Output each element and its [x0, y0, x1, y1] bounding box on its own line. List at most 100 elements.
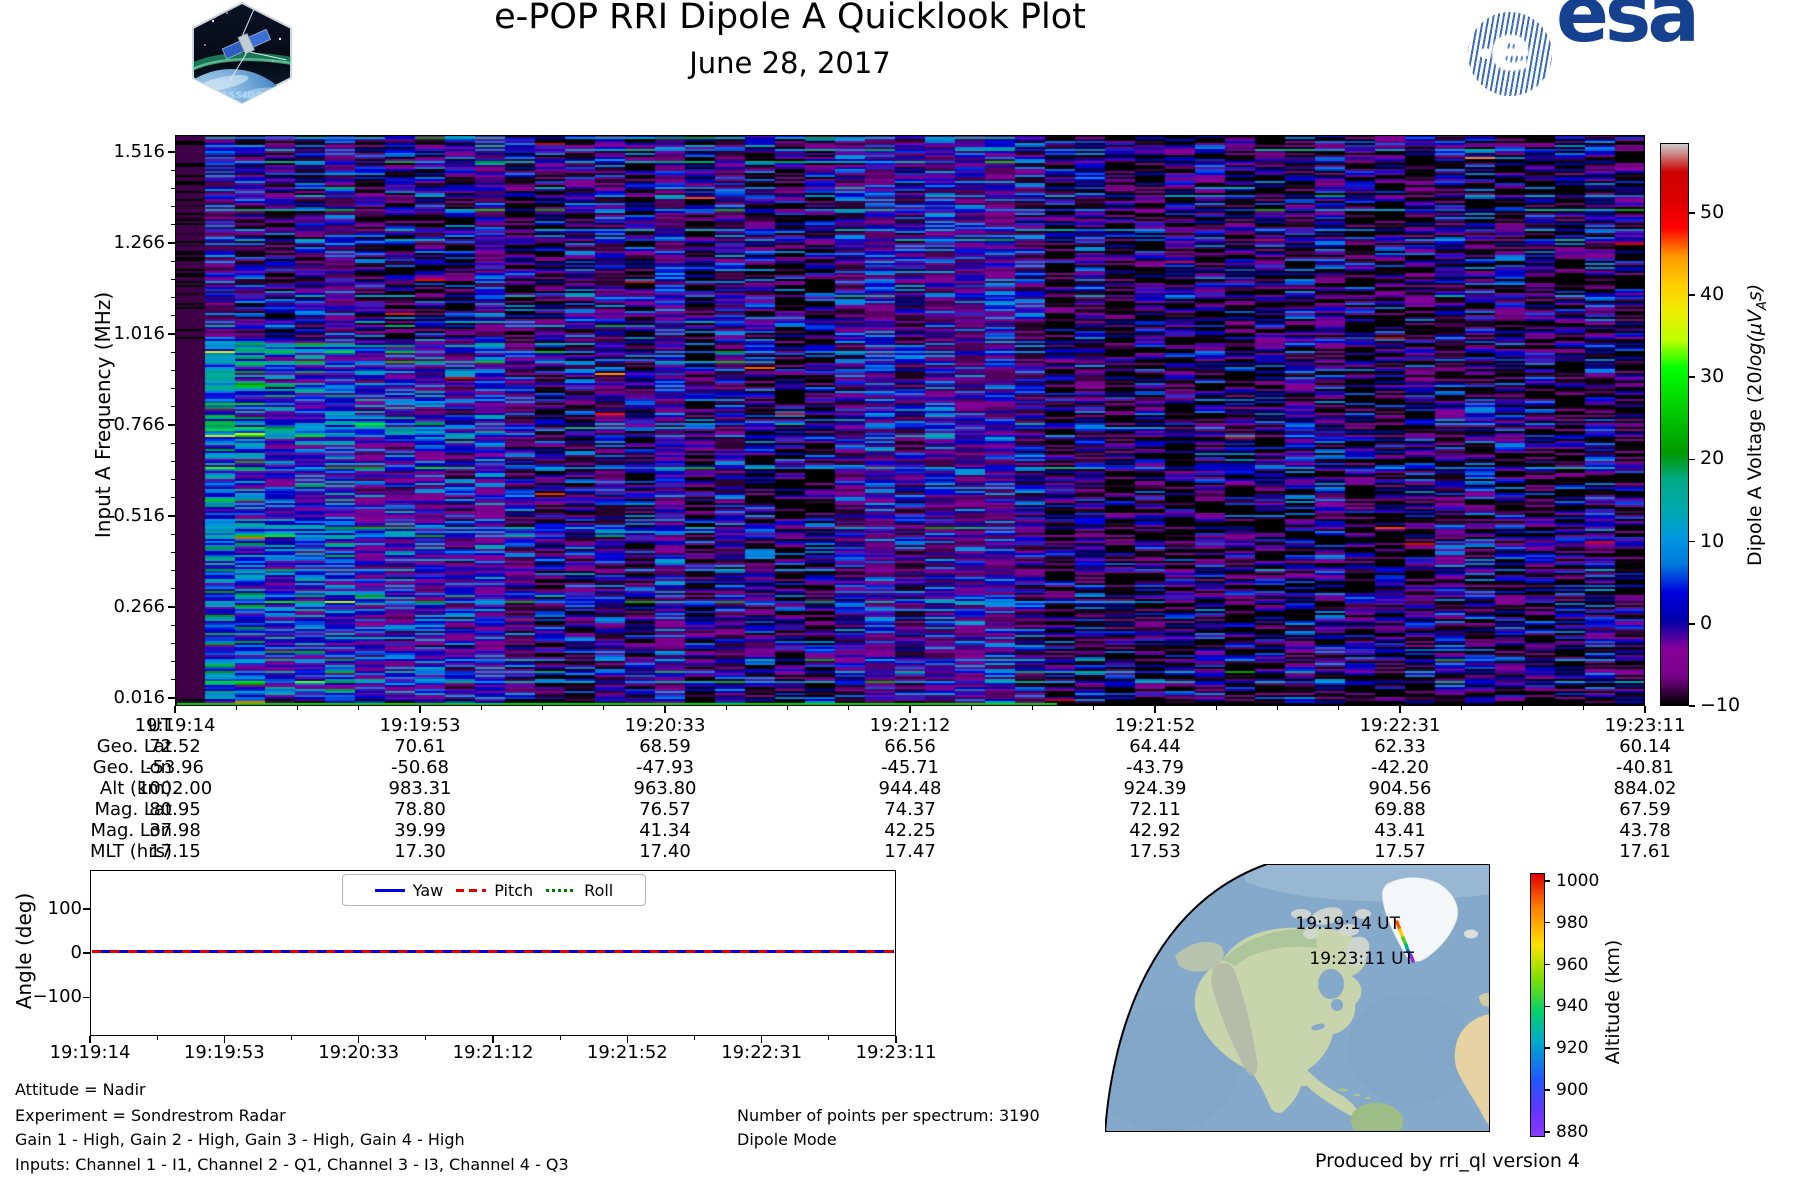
spectro-x-minortick: [1583, 706, 1584, 710]
axis-row-value: 62.33: [1300, 736, 1500, 758]
colorbar-tick: [1689, 212, 1695, 214]
spectro-x-minortick: [1277, 706, 1278, 710]
spectro-y-minortick: [171, 170, 175, 171]
spectro-x-minortick: [1032, 706, 1033, 710]
spectro-y-tick: [168, 242, 175, 244]
spectro-y-minortick: [171, 570, 175, 571]
altitude-colorbar-tick: [1545, 922, 1550, 924]
axis-row-value: 43.78: [1545, 820, 1745, 842]
freq-tick-label: 1.266: [90, 232, 165, 254]
axis-row-value: 884.02: [1545, 778, 1745, 800]
page-subtitle: June 28, 2017: [340, 52, 1240, 74]
axis-row-value: 74.37: [810, 799, 1010, 821]
legend-item-yaw: Yaw: [375, 881, 443, 900]
angle-y-tick: [83, 997, 90, 999]
spectro-y-minortick: [171, 461, 175, 462]
axis-row-value: 904.56: [1300, 778, 1500, 800]
altitude-colorbar-tick-label: 940: [1556, 995, 1588, 1017]
freq-tick-label: 1.016: [90, 323, 165, 345]
spectro-x-tick: [1399, 706, 1401, 713]
axis-row-value: 19:19:53: [320, 715, 520, 737]
spectro-y-tick: [168, 606, 175, 608]
spectro-y-minortick: [171, 206, 175, 207]
axis-row-value: 983.31: [320, 778, 520, 800]
annotation-attitude: Attitude = Nadir: [15, 1080, 146, 1099]
axis-row-value: 19:21:12: [810, 715, 1010, 737]
spectro-y-minortick: [171, 370, 175, 371]
freq-tick-label: 0.766: [90, 414, 165, 436]
cassiope-mission-patch-logo: CASSIOPE: [183, 1, 301, 105]
colorbar-label-tail: s): [1744, 284, 1766, 301]
colorbar-label-italic: log(μV: [1744, 310, 1766, 371]
axis-row-value: 17.40: [565, 841, 765, 863]
colorbar-tick: [1689, 623, 1695, 625]
spectro-x-minortick: [1461, 706, 1462, 710]
axis-row-value: 17.47: [810, 841, 1010, 863]
legend-label-pitch: Pitch: [494, 881, 533, 900]
spectro-x-minortick: [1338, 706, 1339, 710]
colorbar-tick: [1689, 294, 1695, 296]
axis-row-value: -53.96: [75, 757, 275, 779]
spectro-y-tick: [168, 424, 175, 426]
colorbar-tick: [1689, 705, 1695, 707]
spectro-x-tick: [1644, 706, 1646, 713]
spectro-y-minortick: [171, 297, 175, 298]
angle-x-tick-label: 19:21:52: [557, 1042, 697, 1064]
track-end-time-label: 19:23:11 UT: [1309, 949, 1414, 969]
colorbar-tick: [1689, 376, 1695, 378]
angle-x-tick-label: 19:19:53: [154, 1042, 294, 1064]
angle-x-tick-label: 19:23:11: [826, 1042, 966, 1064]
axis-row-value: -50.68: [320, 757, 520, 779]
spectro-y-minortick: [171, 279, 175, 280]
spectro-y-minortick: [171, 479, 175, 480]
annotation-dipole-mode: Dipole Mode: [737, 1130, 837, 1149]
angle-legend: Yaw Pitch Roll: [342, 874, 646, 906]
iceland: [1464, 930, 1478, 939]
axis-row-value: 72.11: [1055, 799, 1255, 821]
angle-y-tick-label: 0: [10, 942, 82, 964]
spectro-x-minortick: [297, 706, 298, 710]
colorbar-label-subscript: A: [1755, 301, 1770, 310]
axis-row-value: 17.57: [1300, 841, 1500, 863]
altitude-colorbar-tick-label: 980: [1556, 912, 1588, 934]
angle-x-minortick: [291, 1036, 292, 1040]
legend-label-roll: Roll: [584, 881, 613, 900]
pitch-line-sample-icon: [456, 889, 486, 892]
angle-x-tick-label: 19:20:33: [289, 1042, 429, 1064]
angle-y-tick: [83, 908, 90, 910]
spectro-y-tick: [168, 697, 175, 699]
spectro-y-minortick: [171, 625, 175, 626]
spectro-x-tick: [909, 706, 911, 713]
spectro-x-tick: [1154, 706, 1156, 713]
axis-row-value: 70.61: [320, 736, 520, 758]
spectro-y-tick: [168, 151, 175, 153]
colorbar-tick: [1689, 459, 1695, 461]
angle-y-tick-label: 100: [10, 898, 82, 920]
axis-row-value: 43.41: [1300, 820, 1500, 842]
altitude-colorbar-tick: [1545, 880, 1550, 882]
voltage-colorbar: [1660, 143, 1689, 706]
patch-text: CASSIOPE: [213, 91, 271, 101]
axis-row-value: 17.53: [1055, 841, 1255, 863]
axis-row-value: 944.48: [810, 778, 1010, 800]
spectro-x-minortick: [236, 706, 237, 710]
legend-item-pitch: Pitch: [456, 881, 533, 900]
axis-row-value: -43.79: [1055, 757, 1255, 779]
axis-row-value: 69.88: [1300, 799, 1500, 821]
esa-star-dot-icon: [1480, 48, 1491, 59]
esa-wordmark: esa: [1556, 4, 1756, 26]
axis-row-value: -40.81: [1545, 757, 1745, 779]
spectro-y-minortick: [171, 315, 175, 316]
quicklook-figure: e-POP RRI Dipole A Quicklook Plot June 2…: [0, 0, 1800, 1200]
axis-row-value: -42.20: [1300, 757, 1500, 779]
altitude-colorbar-tick: [1545, 1006, 1550, 1008]
annotation-inputs: Inputs: Channel 1 - I1, Channel 2 - Q1, …: [15, 1155, 569, 1174]
axis-row-value: 60.14: [1545, 736, 1745, 758]
spectro-x-minortick: [848, 706, 849, 710]
altitude-colorbar-tick: [1545, 964, 1550, 966]
spectro-y-minortick: [171, 534, 175, 535]
altitude-colorbar-tick: [1545, 1089, 1550, 1091]
spectro-y-minortick: [171, 661, 175, 662]
spectro-y-minortick: [171, 352, 175, 353]
axis-row-value: 67.59: [1545, 799, 1745, 821]
